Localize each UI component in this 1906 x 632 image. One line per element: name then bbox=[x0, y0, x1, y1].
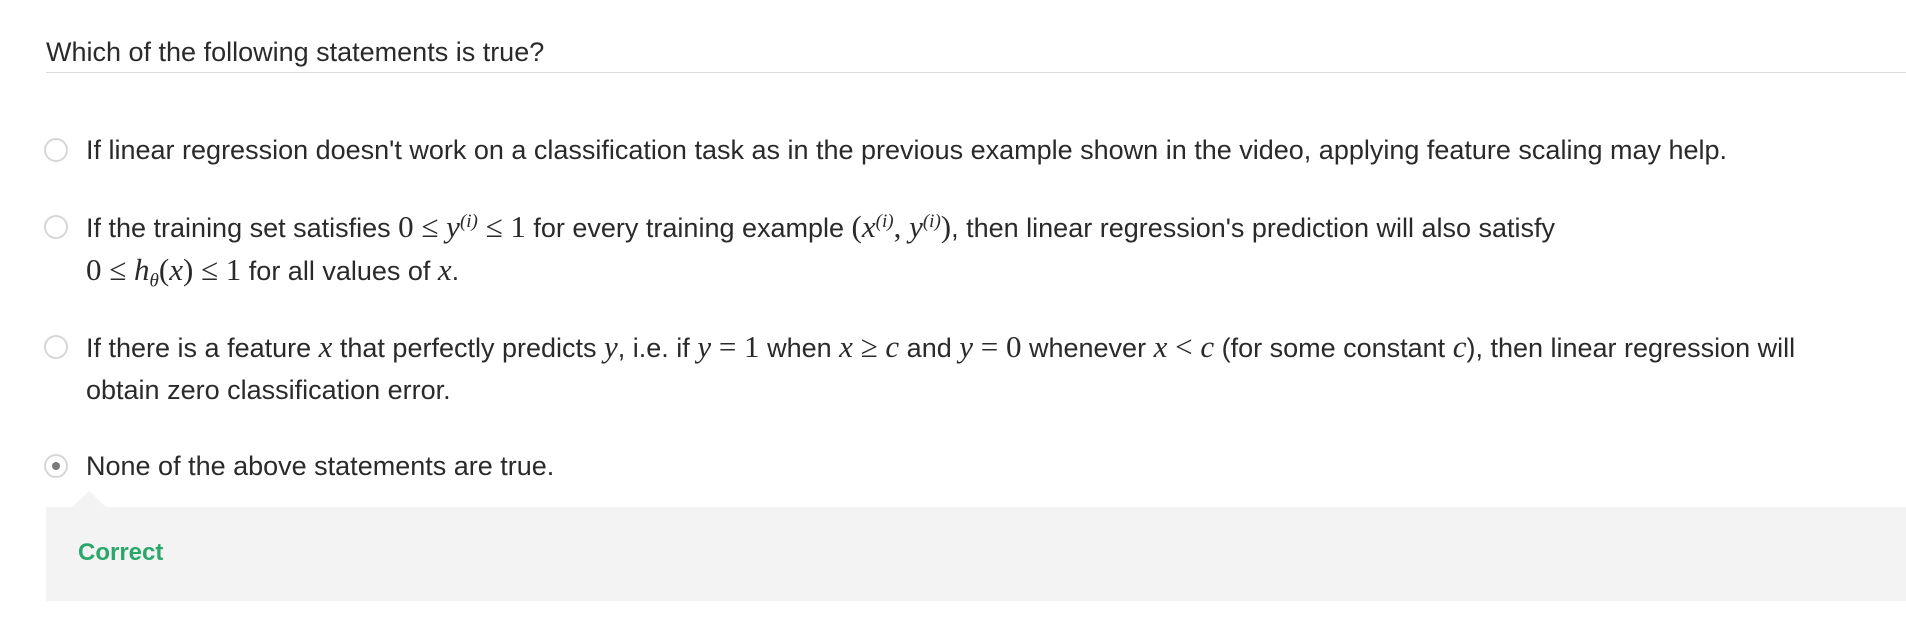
math-inline: ( bbox=[851, 209, 862, 244]
feedback-panel: Correct bbox=[46, 507, 1906, 601]
math-inline: = 1 bbox=[711, 329, 760, 364]
math-variable: c bbox=[1200, 329, 1215, 364]
option-2-text-part: If the training set satisfies bbox=[86, 213, 399, 243]
option-2-text: If the training set satisfies 0 ≤ y(i) ≤… bbox=[86, 206, 1555, 292]
option-3-text-part: (for some constant bbox=[1214, 333, 1453, 363]
math-inline: = 0 bbox=[973, 329, 1022, 364]
math-inline: , bbox=[893, 209, 910, 244]
math-variable: y bbox=[604, 329, 618, 364]
question-divider bbox=[46, 72, 1906, 73]
math-inline: ( bbox=[158, 252, 170, 287]
option-3-text-part: If there is a feature bbox=[86, 333, 319, 363]
answer-option-3[interactable]: If there is a feature x that perfectly p… bbox=[44, 326, 1894, 411]
math-variable: x bbox=[861, 209, 876, 244]
math-variable: y bbox=[909, 209, 923, 244]
option-4-text: None of the above statements are true. bbox=[86, 451, 555, 481]
math-inline: ≥ bbox=[852, 329, 886, 364]
answer-option-2[interactable]: If the training set satisfies 0 ≤ y(i) ≤… bbox=[44, 206, 1894, 292]
math-variable: y bbox=[446, 209, 460, 244]
math-inline: ≤ 1 bbox=[477, 209, 526, 244]
math-inline: 0 ≤ bbox=[398, 209, 447, 244]
feedback-correct-label: Correct bbox=[78, 539, 164, 566]
option-2-text-part: , then linear regression's prediction wi… bbox=[951, 213, 1556, 243]
radio-button-option-4[interactable] bbox=[44, 454, 68, 478]
option-2-text-part: . bbox=[451, 256, 460, 286]
option-3-text-part: whenever bbox=[1021, 333, 1154, 363]
option-1-label: If linear regression doesn't work on a c… bbox=[86, 135, 1728, 165]
math-variable: x bbox=[839, 329, 853, 364]
math-variable: x bbox=[437, 252, 452, 287]
option-3-text: If there is a feature x that perfectly p… bbox=[86, 326, 1846, 411]
math-variable: x bbox=[169, 252, 183, 287]
math-inline: < bbox=[1167, 329, 1201, 364]
math-superscript: (i) bbox=[922, 211, 941, 232]
math-variable: y bbox=[697, 329, 712, 364]
math-subscript: θ bbox=[149, 270, 159, 292]
math-variable: x bbox=[318, 329, 333, 364]
radio-button-option-3[interactable] bbox=[44, 335, 68, 359]
option-2-text-part: for every training example bbox=[525, 213, 852, 243]
option-1-text: If linear regression doesn't work on a c… bbox=[86, 129, 1727, 171]
math-variable: y bbox=[959, 329, 973, 364]
option-3-text-part: , i.e. if bbox=[617, 333, 698, 363]
math-variable: x bbox=[1153, 329, 1168, 364]
option-3-text-part: that perfectly predicts bbox=[332, 333, 605, 363]
math-superscript: (i) bbox=[459, 211, 478, 232]
option-3-text-part: when bbox=[759, 333, 840, 363]
question-prompt: Which of the following statements is tru… bbox=[46, 37, 545, 67]
radio-button-option-1[interactable] bbox=[44, 138, 68, 162]
math-inline: ) ≤ 1 bbox=[182, 252, 242, 287]
math-variable: c bbox=[885, 329, 900, 364]
quiz-question-container: Which of the following statements is tru… bbox=[0, 0, 1906, 632]
math-inline: 0 ≤ bbox=[86, 252, 135, 287]
math-superscript: (i) bbox=[875, 211, 894, 232]
math-variable: h bbox=[134, 252, 150, 287]
feedback-pointer bbox=[71, 491, 107, 508]
answer-option-4[interactable]: None of the above statements are true. bbox=[44, 445, 1894, 487]
radio-button-option-2[interactable] bbox=[44, 215, 68, 239]
answer-option-1[interactable]: If linear regression doesn't work on a c… bbox=[44, 129, 1894, 171]
option-2-text-part: for all values of bbox=[241, 256, 438, 286]
option-3-text-part: and bbox=[899, 333, 960, 363]
math-inline: ) bbox=[940, 209, 952, 244]
math-variable: c bbox=[1452, 329, 1467, 364]
